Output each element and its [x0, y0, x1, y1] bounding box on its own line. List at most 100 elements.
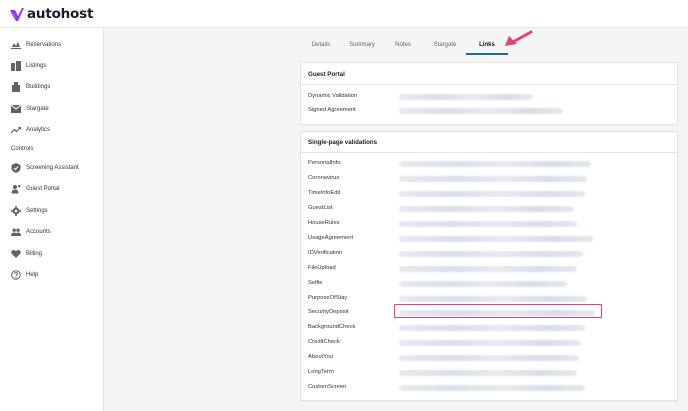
- pointer-arrow-icon: [505, 30, 533, 46]
- single-page-validations-card: Single-page validations PersonalInfo Cor…: [300, 131, 678, 401]
- row-label: Selfie: [308, 280, 323, 286]
- mail-icon: [11, 104, 21, 114]
- shield-check-icon: [11, 163, 21, 173]
- sidebar-item-stargate[interactable]: Stargate: [0, 100, 104, 118]
- sidebar-item-billing[interactable]: Billing: [0, 245, 104, 263]
- sidebar-item-buildings[interactable]: Buildings: [0, 78, 104, 96]
- blurred-link[interactable]: [399, 94, 533, 100]
- row-label: Signed Agreement: [308, 107, 356, 113]
- blurred-link[interactable]: [399, 370, 577, 376]
- blurred-link[interactable]: [399, 281, 567, 287]
- gear-icon: [11, 206, 21, 216]
- tab-notes[interactable]: Notes: [388, 38, 418, 55]
- sidebar-item-label: Stargate: [26, 106, 49, 112]
- row-label: Dynamic Validation: [308, 93, 358, 99]
- blurred-link[interactable]: [399, 191, 585, 197]
- link-row: BackgroundCheck: [301, 322, 677, 334]
- sidebar-item-label: Reservations: [26, 42, 62, 48]
- blurred-link[interactable]: [399, 325, 585, 331]
- divider: [301, 84, 677, 85]
- row-label: UsageAgreement: [308, 235, 354, 241]
- logo[interactable]: autohost: [10, 6, 93, 22]
- link-row: CreditCheck: [301, 337, 677, 349]
- blurred-link[interactable]: [399, 206, 574, 212]
- row-label: LongTerm: [308, 369, 334, 375]
- sidebar-item-accounts[interactable]: Accounts: [0, 223, 104, 241]
- link-row: Coronavirus: [301, 173, 677, 185]
- listings-icon: [11, 61, 21, 71]
- row-label: HouseRules: [308, 220, 340, 226]
- blurred-link[interactable]: [399, 161, 591, 167]
- building-icon: [11, 82, 21, 92]
- link-row: UsageAgreement: [301, 233, 677, 245]
- sidebar-item-label: Billing: [26, 251, 43, 257]
- row-label: AboutYou: [308, 354, 333, 360]
- row-label: PersonalInfo: [308, 160, 341, 166]
- heart-icon: [11, 249, 21, 259]
- row-label: BackgroundCheck: [308, 324, 356, 330]
- divider: [301, 152, 677, 153]
- link-row: IDVerification: [301, 248, 677, 260]
- blurred-link[interactable]: [399, 340, 581, 346]
- row-label: PurposeOfStay: [308, 295, 348, 301]
- link-row: Selfie: [301, 278, 677, 290]
- highlight-box: [394, 304, 602, 318]
- sidebar-item-settings[interactable]: Settings: [0, 202, 104, 220]
- sidebar-item-screening-assistant[interactable]: Screening Assistant: [0, 159, 104, 177]
- link-row: PersonalInfo: [301, 158, 677, 170]
- sidebar-item-guest-portal[interactable]: Guest Portal: [0, 180, 104, 198]
- sidebar-item-listings[interactable]: Listings: [0, 57, 104, 75]
- sidebar-section-controls: Controls: [11, 146, 34, 152]
- guest-portal-card: Guest Portal Dynamic Validation Signed A…: [300, 62, 678, 125]
- card-title: Guest Portal: [308, 71, 345, 78]
- link-row: TimeInfoEdit: [301, 188, 677, 200]
- link-row: Signed Agreement: [301, 105, 677, 117]
- blurred-link[interactable]: [399, 385, 585, 391]
- blurred-link[interactable]: [399, 176, 587, 182]
- tab-summary[interactable]: Summary: [343, 38, 381, 55]
- row-label: IDVerification: [308, 250, 343, 256]
- sidebar-item-reservations[interactable]: Reservations: [0, 36, 104, 54]
- autohost-logo-icon: [10, 7, 24, 21]
- app-name: autohost: [27, 6, 94, 22]
- trending-up-icon: [11, 125, 21, 135]
- link-row: Dynamic Validation: [301, 91, 677, 103]
- link-row: GuestList: [301, 203, 677, 215]
- sidebar-item-label: Settings: [26, 208, 48, 214]
- active-tab-indicator: [466, 53, 508, 55]
- blurred-link[interactable]: [399, 108, 563, 114]
- sidebar-item-label: Buildings: [26, 84, 51, 90]
- tab-stargate[interactable]: Stargate: [425, 38, 465, 55]
- row-label: GuestList: [308, 205, 333, 211]
- row-label: SecurityDeposit: [308, 309, 349, 315]
- blurred-link[interactable]: [399, 266, 577, 272]
- row-label: TimeInfoEdit: [308, 190, 341, 196]
- row-label: CustomScreen: [308, 384, 347, 390]
- row-label: FileUpload: [308, 265, 336, 271]
- blurred-link[interactable]: [399, 355, 579, 361]
- row-label: Coronavirus: [308, 175, 340, 181]
- link-row: FileUpload: [301, 263, 677, 275]
- card-title: Single-page validations: [308, 139, 378, 146]
- sidebar-item-analytics[interactable]: Analytics: [0, 121, 104, 139]
- top-bar: autohost: [0, 0, 688, 28]
- row-label: CreditCheck: [308, 339, 340, 345]
- sidebar-item-label: Guest Portal: [26, 186, 60, 192]
- link-row: CustomScreen: [301, 382, 677, 394]
- sidebar-item-help[interactable]: Help: [0, 266, 104, 284]
- blurred-link[interactable]: [399, 296, 587, 302]
- sidebar-item-label: Screening Assistant: [26, 165, 79, 171]
- blurred-link[interactable]: [399, 221, 577, 227]
- link-row: AboutYou: [301, 352, 677, 364]
- person-key-icon: [11, 184, 21, 194]
- link-row: HouseRules: [301, 218, 677, 230]
- people-icon: [11, 227, 21, 237]
- sidebar-item-label: Accounts: [26, 229, 51, 235]
- sidebar-item-label: Analytics: [26, 127, 51, 133]
- sidebar-item-label: Listings: [26, 63, 47, 69]
- sidebar-item-label: Help: [26, 272, 39, 278]
- blurred-link[interactable]: [399, 251, 583, 257]
- sidebar: Reservations Listings Buildings Stargate…: [0, 28, 104, 411]
- tab-details[interactable]: Details: [304, 38, 338, 55]
- blurred-link[interactable]: [399, 236, 593, 242]
